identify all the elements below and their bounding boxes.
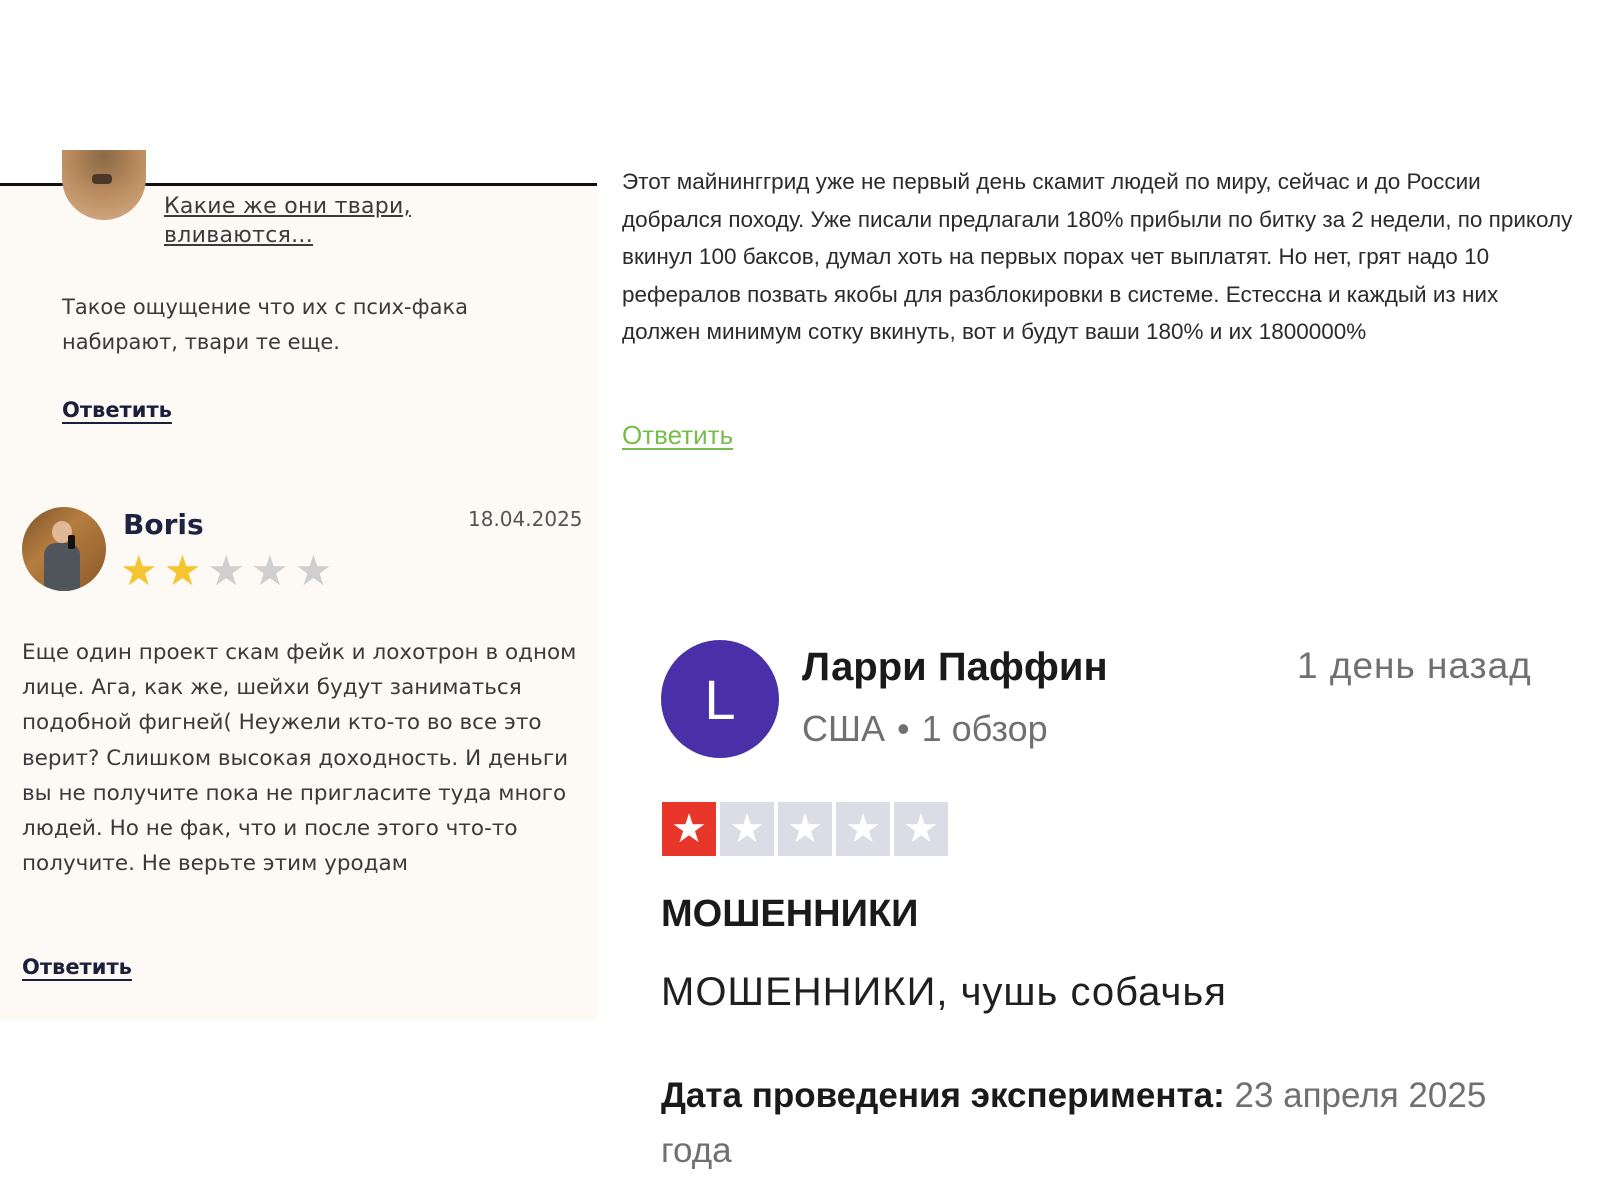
trustpilot-star-rating: ★ ★ ★ ★ ★ <box>662 802 948 856</box>
star-filled-icon: ★ <box>662 802 716 856</box>
avatar-figure <box>92 174 112 184</box>
review-text: Еще один проект скам фейк и лохотрон в о… <box>22 640 577 877</box>
review-time-ago: 1 день назад <box>1297 645 1532 686</box>
experience-date: Дата проведения эксперимента: 23 апреля … <box>661 1068 1521 1178</box>
author-name[interactable]: Ларри Паффин <box>802 645 1108 690</box>
author-review-count: 1 обзор <box>921 708 1048 749</box>
star-empty-icon: ★ <box>778 802 832 856</box>
avatar-initial: L <box>661 640 779 758</box>
reply-button[interactable]: Ответить <box>62 398 172 422</box>
review-date: 18.04.2025 <box>468 507 583 531</box>
meta-separator: • <box>897 708 910 749</box>
review-text: МОШЕННИКИ, чушь собачья <box>661 970 1227 1014</box>
star-empty-icon: ★ <box>250 546 289 595</box>
review-title: МОШЕННИКИ <box>661 893 919 935</box>
avatar-boris <box>22 507 106 591</box>
comment-reply-reference-link[interactable]: Какие же они твари, вливаются... <box>164 192 454 250</box>
comment-text: Такое ощущение что их с псих-фака набира… <box>62 295 468 354</box>
star-empty-icon: ★ <box>207 546 245 595</box>
star-empty-icon: ★ <box>294 546 333 595</box>
star-empty-icon: ★ <box>836 802 890 856</box>
author-meta: США • 1 обзор <box>802 708 1048 750</box>
star-empty-icon: ★ <box>720 802 774 856</box>
reply-link[interactable]: Ответить <box>622 420 733 451</box>
avatar-phone <box>68 535 75 549</box>
star-filled-icon: ★ <box>163 546 202 595</box>
star-rating: ★ ★ ★ ★ ★ <box>120 550 332 592</box>
comment-text: Этот майнинггрид уже не первый день скам… <box>622 169 1573 344</box>
reply-button[interactable]: Ответить <box>22 955 132 979</box>
author-country: США <box>802 708 886 749</box>
star-empty-icon: ★ <box>894 802 948 856</box>
avatar-torso <box>44 543 80 591</box>
author-name: Boris <box>123 508 204 541</box>
star-filled-icon: ★ <box>120 546 158 595</box>
experience-date-label: Дата проведения эксперимента: <box>661 1076 1225 1115</box>
